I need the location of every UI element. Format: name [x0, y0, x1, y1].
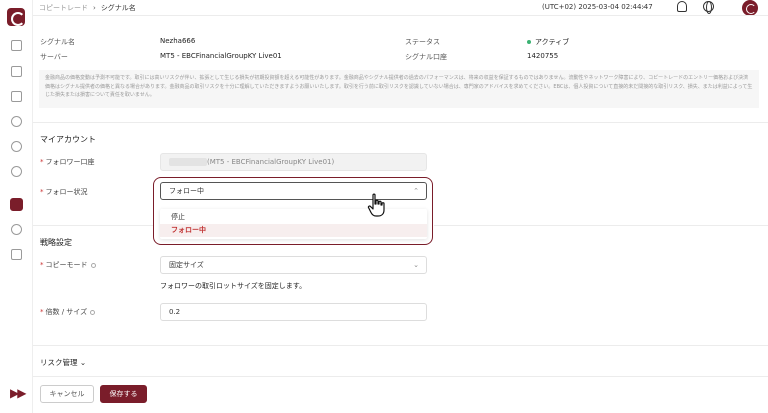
follower-account-value: (MT5 - EBCFinancialGroupKY Live01) [207, 158, 335, 166]
status-dot-icon [527, 40, 531, 44]
breadcrumb-current: シグナル名 [100, 4, 136, 12]
divider [33, 122, 768, 123]
chevron-down-icon: ⌄ [79, 358, 87, 367]
multiplier-label: * 倍数 / サイズ [40, 307, 96, 317]
signal-account-value: 1420755 [527, 52, 559, 60]
multiplier-input[interactable]: 0.2 [160, 303, 427, 321]
timezone-clock[interactable]: (UTC+02) 2025-03-04 02:44:47 [542, 3, 653, 11]
divider [33, 345, 768, 346]
hand-pointer-icon [367, 193, 385, 217]
copy-mode-value: 固定サイズ [169, 261, 204, 269]
my-account-title: マイアカウント [40, 135, 96, 144]
masked-account-number [169, 158, 207, 166]
divider [33, 225, 153, 226]
home-icon[interactable] [11, 40, 22, 51]
sidebar: ▶▶ [0, 0, 33, 413]
info-icon[interactable] [90, 309, 96, 315]
globe-nav-icon[interactable] [11, 116, 22, 127]
copy-mode-label: * コピーモード [40, 260, 96, 270]
chart-icon[interactable] [11, 91, 22, 102]
copy-mode-hint: フォロワーの取引ロットサイズを固定します。 [160, 282, 307, 290]
status-label: ステータス [405, 38, 440, 46]
server-label: サーバー [40, 53, 68, 61]
signal-name-value: Nezha666 [160, 37, 196, 45]
follower-account-label: * フォロワー口座 [40, 158, 95, 166]
follow-status-label: * フォロー状況 [40, 188, 88, 196]
cancel-button[interactable]: キャンセル [40, 385, 94, 403]
chevron-down-icon[interactable]: ⌄ [641, 2, 647, 10]
accounts-icon[interactable] [11, 66, 22, 77]
save-button[interactable]: 保存する [100, 385, 147, 403]
language-globe-icon[interactable] [703, 1, 714, 14]
profile-icon[interactable] [11, 141, 22, 152]
risk-disclaimer: 金融商品の価格変動は予測不可能です。取引には高いリスクが伴い、拡張として生じる損… [39, 70, 759, 108]
strategy-title: 戦略設定 [40, 238, 72, 247]
breadcrumb: コピートレード › シグナル名 [39, 3, 136, 13]
copy-trade-icon[interactable] [10, 198, 23, 211]
multiplier-value: 0.2 [169, 308, 181, 316]
divider [33, 376, 768, 377]
highlight-annotation [153, 177, 433, 245]
copy-mode-select[interactable]: 固定サイズ ⌄ [160, 256, 427, 274]
server-value: MT5 - EBCFinancialGroupKY Live01 [160, 52, 282, 60]
trophy-icon[interactable] [11, 249, 22, 260]
status-badge: アクティブ [527, 37, 569, 47]
signal-name-label: シグナル名 [40, 38, 75, 46]
app-logo[interactable] [7, 8, 25, 26]
help-icon[interactable] [11, 166, 22, 177]
avatar[interactable] [742, 0, 758, 16]
chevron-down-icon: ⌄ [413, 261, 419, 269]
risk-management-toggle[interactable]: リスク管理 ⌄ [40, 357, 86, 368]
follower-account-field: (MT5 - EBCFinancialGroupKY Live01) [160, 153, 427, 171]
status-value: アクティブ [535, 38, 570, 46]
signal-account-label: シグナル口座 [405, 53, 447, 61]
collapse-sidebar-icon[interactable]: ▶▶ [10, 386, 27, 400]
chevron-right-icon: › [93, 4, 96, 12]
divider [33, 15, 768, 16]
bell-icon[interactable] [677, 1, 687, 12]
divider [434, 225, 768, 226]
user-icon[interactable] [11, 224, 22, 235]
breadcrumb-parent[interactable]: コピートレード [39, 4, 88, 12]
info-icon[interactable] [90, 262, 96, 268]
